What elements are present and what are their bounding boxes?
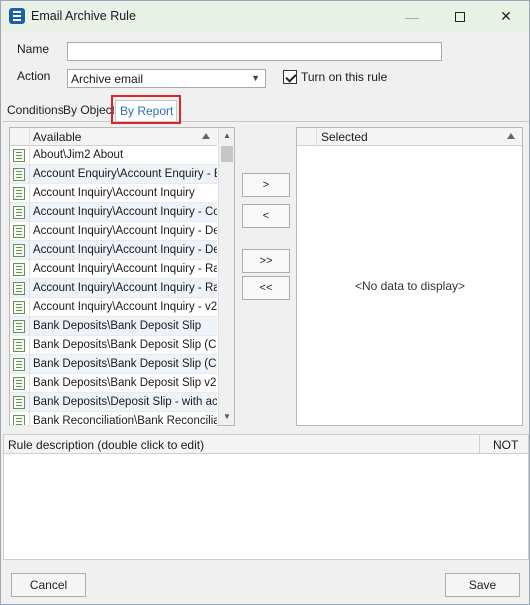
available-scrollbar[interactable]: ▲ ▼ (218, 128, 234, 425)
list-item-label: Account Inquiry\Account Inquiry - v2 (33, 301, 217, 313)
list-item-label: Bank Deposits\Bank Deposit Slip (Cash (33, 339, 217, 351)
name-label: Name (17, 42, 50, 56)
available-header: Available (10, 128, 217, 146)
report-icon (13, 282, 25, 295)
list-item[interactable]: About\Jim2 About (10, 146, 217, 165)
cancel-button[interactable]: Cancel (11, 573, 86, 597)
turn-on-checkbox[interactable] (283, 70, 297, 84)
rule-description-area[interactable] (3, 454, 529, 560)
list-item-label: Account Inquiry\Account Inquiry - Rar (33, 282, 217, 294)
close-icon[interactable]: ✕ (483, 1, 529, 32)
list-item[interactable]: Bank Deposits\Bank Deposit Slip (10, 317, 217, 336)
list-item-label: Bank Deposits\Bank Deposit Slip (33, 320, 202, 332)
list-item[interactable]: Bank Deposits\Bank Deposit Slip (Cash (10, 355, 217, 374)
chevron-down-icon: ▼ (251, 73, 260, 83)
available-column-header[interactable]: Available (33, 130, 81, 144)
list-item[interactable]: Bank Deposits\Bank Deposit Slip v2 (10, 374, 217, 393)
report-icon (13, 263, 25, 276)
list-item-label: Account Enquiry\Account Enquiry - Exp (33, 168, 217, 180)
list-item-label: Account Inquiry\Account Inquiry - Det (33, 244, 217, 256)
column-divider (479, 435, 480, 453)
list-item[interactable]: Bank Deposits\Deposit Slip - with acc ir (10, 393, 217, 412)
list-item-label: Account Inquiry\Account Inquiry (33, 187, 195, 199)
list-item[interactable]: Bank Reconciliation\Bank Reconciliatior (10, 412, 217, 426)
scrollbar-thumb[interactable] (221, 146, 233, 162)
selected-column-header[interactable]: Selected (321, 130, 368, 144)
rule-description-header: Rule description (double click to edit) … (3, 434, 529, 454)
action-select[interactable]: Archive email ▼ (67, 69, 266, 88)
action-select-value: Archive email (71, 72, 144, 86)
tab-strip: Conditions By Object By Report (3, 98, 529, 122)
report-icon (13, 396, 25, 409)
selected-list: Selected (296, 127, 523, 426)
scroll-down-icon[interactable]: ▼ (219, 409, 235, 425)
list-item-label: Bank Reconciliation\Bank Reconciliatior (33, 415, 217, 426)
list-item[interactable]: Account Inquiry\Account Inquiry - Cop (10, 203, 217, 222)
empty-state-text: <No data to display> (354, 279, 466, 293)
list-item[interactable]: Account Inquiry\Account Inquiry - Rar (10, 260, 217, 279)
list-item-label: Account Inquiry\Account Inquiry - Cop (33, 206, 217, 218)
window-title: Email Archive Rule (31, 9, 136, 23)
list-item-label: Bank Deposits\Bank Deposit Slip (Cash (33, 358, 217, 370)
list-item[interactable]: Bank Deposits\Bank Deposit Slip (Cash (10, 336, 217, 355)
not-column-label: NOT (493, 438, 519, 452)
list-item[interactable]: Account Inquiry\Account Inquiry - Det (10, 222, 217, 241)
report-icon (13, 358, 25, 371)
title-bar: Email Archive Rule — ✕ (1, 1, 529, 32)
add-all-button[interactable]: >> (242, 249, 290, 273)
list-item-label: Bank Deposits\Deposit Slip - with acc ir (33, 396, 217, 408)
tab-conditions[interactable]: Conditions (3, 100, 64, 121)
add-button[interactable]: > (242, 173, 290, 197)
list-item[interactable]: Account Inquiry\Account Inquiry - Rar (10, 279, 217, 298)
report-icon (13, 225, 25, 238)
report-icon (13, 377, 25, 390)
report-icon (13, 339, 25, 352)
report-icon (13, 206, 25, 219)
sort-ascending-icon (507, 133, 515, 139)
report-icon (13, 301, 25, 314)
maximize-icon[interactable] (437, 1, 483, 32)
report-icon (13, 168, 25, 181)
remove-all-button[interactable]: << (242, 276, 290, 300)
list-item[interactable]: Account Inquiry\Account Inquiry - v2 (10, 298, 217, 317)
report-icon (13, 415, 25, 425)
turn-on-label[interactable]: Turn on this rule (301, 70, 387, 84)
list-item-label: Account Inquiry\Account Inquiry - Det (33, 225, 217, 237)
rule-description-label: Rule description (double click to edit) (8, 438, 205, 452)
email-archive-rule-window: Email Archive Rule — ✕ Name Action Archi… (0, 0, 530, 605)
list-item[interactable]: Account Inquiry\Account Inquiry - Det (10, 241, 217, 260)
list-item-label: Bank Deposits\Bank Deposit Slip v2 (33, 377, 217, 389)
available-list: Available About\Jim2 About Account Enqui… (9, 127, 235, 426)
minimize-icon[interactable]: — (389, 1, 435, 32)
list-item[interactable]: Account Inquiry\Account Inquiry (10, 184, 217, 203)
header-selector-cell (297, 128, 317, 146)
sort-ascending-icon (202, 133, 210, 139)
list-item-label: Account Inquiry\Account Inquiry - Rar (33, 263, 217, 275)
save-button[interactable]: Save (445, 573, 520, 597)
list-item-label: About\Jim2 About (33, 149, 124, 161)
tab-highlight-box (111, 95, 181, 124)
list-item[interactable]: Account Enquiry\Account Enquiry - Exp (10, 165, 217, 184)
remove-button[interactable]: < (242, 204, 290, 228)
report-icon (13, 244, 25, 257)
name-field[interactable] (67, 42, 442, 61)
action-label: Action (17, 69, 51, 83)
report-icon (13, 149, 25, 162)
report-icon (13, 187, 25, 200)
header-selector-cell (10, 128, 30, 146)
scroll-up-icon[interactable]: ▲ (219, 128, 235, 144)
app-icon (9, 8, 25, 24)
selected-header: Selected (297, 128, 522, 146)
tab-by-object[interactable]: By Object (59, 100, 114, 121)
report-icon (13, 320, 25, 333)
